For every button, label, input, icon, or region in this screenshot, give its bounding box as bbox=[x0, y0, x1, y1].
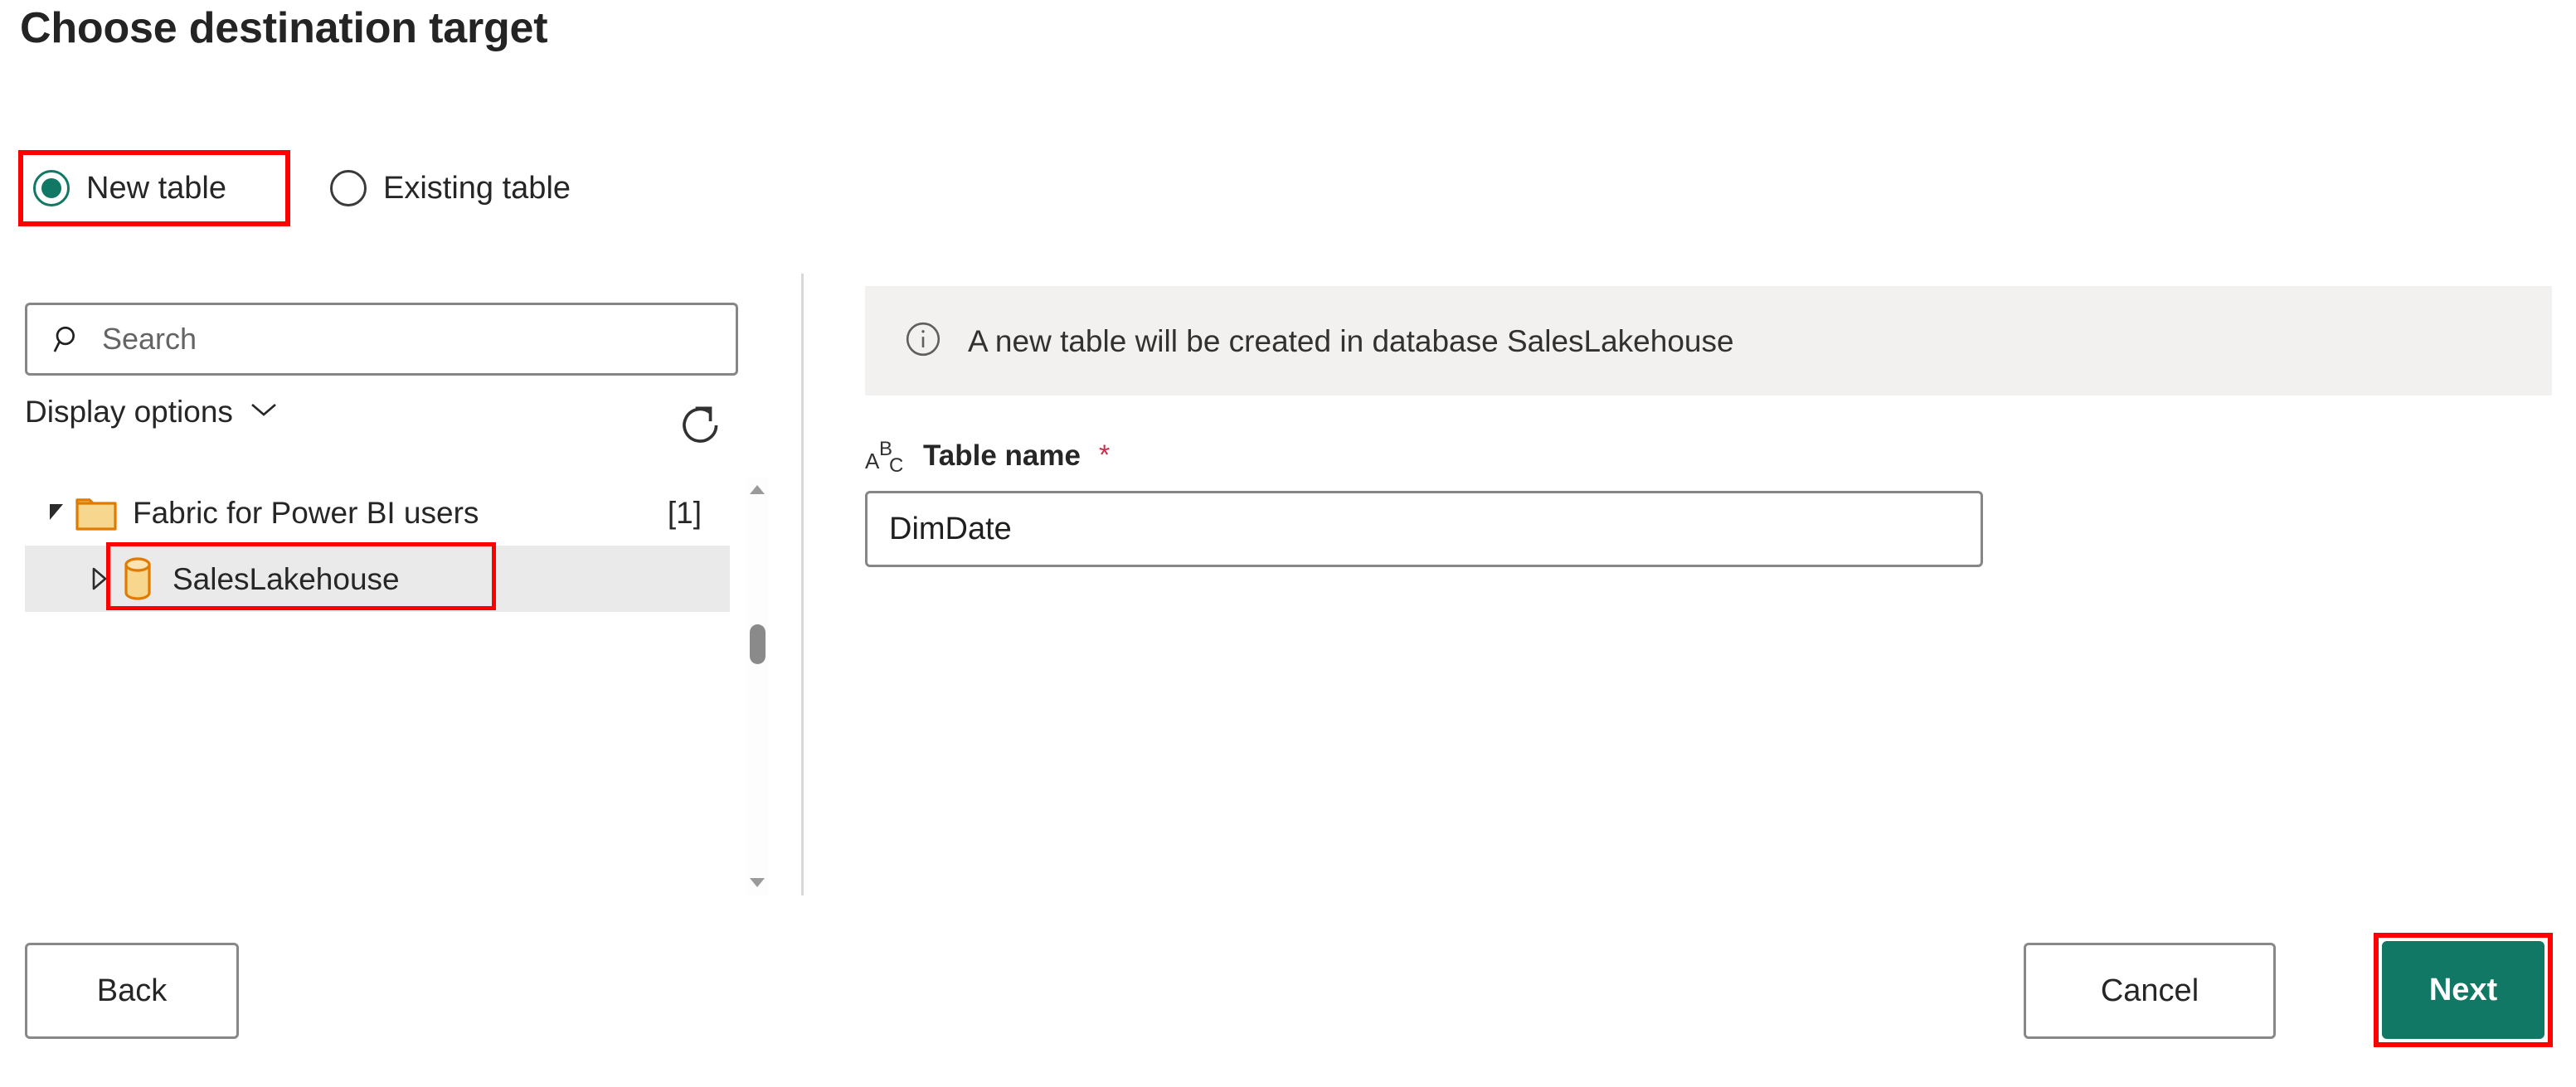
radio-label-new-table: New table bbox=[86, 171, 226, 206]
destination-tree: Fabric for Power BI users [1] SalesLakeh… bbox=[25, 479, 738, 894]
table-name-label: Table name bbox=[923, 439, 1081, 472]
tree-workspace-count: [1] bbox=[667, 495, 702, 530]
scroll-down-arrow-icon[interactable] bbox=[746, 872, 768, 894]
radio-option-new-table[interactable]: New table bbox=[18, 150, 290, 226]
refresh-icon bbox=[678, 402, 724, 453]
scrollbar-thumb[interactable] bbox=[750, 624, 766, 664]
panel-divider bbox=[801, 274, 804, 895]
search-placeholder-text: Search bbox=[102, 322, 197, 356]
tree-label-saleslakehouse: SalesLakehouse bbox=[173, 561, 400, 596]
radio-unselected-icon bbox=[330, 170, 367, 206]
tree-label-workspace: Fabric for Power BI users bbox=[133, 495, 479, 530]
tree-row-saleslakehouse[interactable]: SalesLakehouse bbox=[25, 546, 730, 612]
chevron-down-icon bbox=[250, 401, 278, 422]
folder-icon bbox=[75, 492, 121, 533]
info-message-bar: A new table will be created in database … bbox=[865, 286, 2552, 395]
table-name-input[interactable] bbox=[865, 491, 1983, 567]
tree-scrollbar[interactable] bbox=[746, 477, 768, 895]
scroll-up-arrow-icon[interactable] bbox=[746, 478, 768, 500]
radio-selected-icon bbox=[33, 170, 70, 206]
table-name-label-row: A B C Table name * bbox=[865, 435, 1111, 477]
svg-text:A: A bbox=[865, 449, 880, 473]
next-button[interactable]: Next bbox=[2382, 941, 2544, 1039]
search-input[interactable]: Search bbox=[25, 303, 738, 376]
search-icon bbox=[52, 323, 84, 355]
page-title: Choose destination target bbox=[20, 4, 548, 52]
svg-text:C: C bbox=[889, 454, 903, 475]
tree-row-workspace[interactable]: Fabric for Power BI users [1] bbox=[25, 479, 738, 546]
info-message-text: A new table will be created in database … bbox=[968, 323, 1734, 358]
tree-collapsed-toggle-icon[interactable] bbox=[85, 565, 113, 593]
abc-text-type-icon: A B C bbox=[865, 435, 910, 477]
radio-label-existing-table: Existing table bbox=[383, 171, 571, 206]
tree-expanded-toggle-icon[interactable] bbox=[43, 498, 71, 527]
required-field-marker: * bbox=[1098, 439, 1111, 471]
info-icon bbox=[903, 319, 943, 363]
refresh-button[interactable] bbox=[663, 390, 738, 464]
back-button[interactable]: Back bbox=[25, 943, 239, 1039]
display-options-label: Display options bbox=[25, 395, 233, 429]
cancel-button[interactable]: Cancel bbox=[2024, 943, 2276, 1039]
database-icon bbox=[114, 555, 161, 603]
display-options-row: Display options bbox=[25, 390, 738, 473]
radio-option-existing-table[interactable]: Existing table bbox=[327, 150, 600, 226]
display-options-button[interactable]: Display options bbox=[25, 396, 278, 427]
